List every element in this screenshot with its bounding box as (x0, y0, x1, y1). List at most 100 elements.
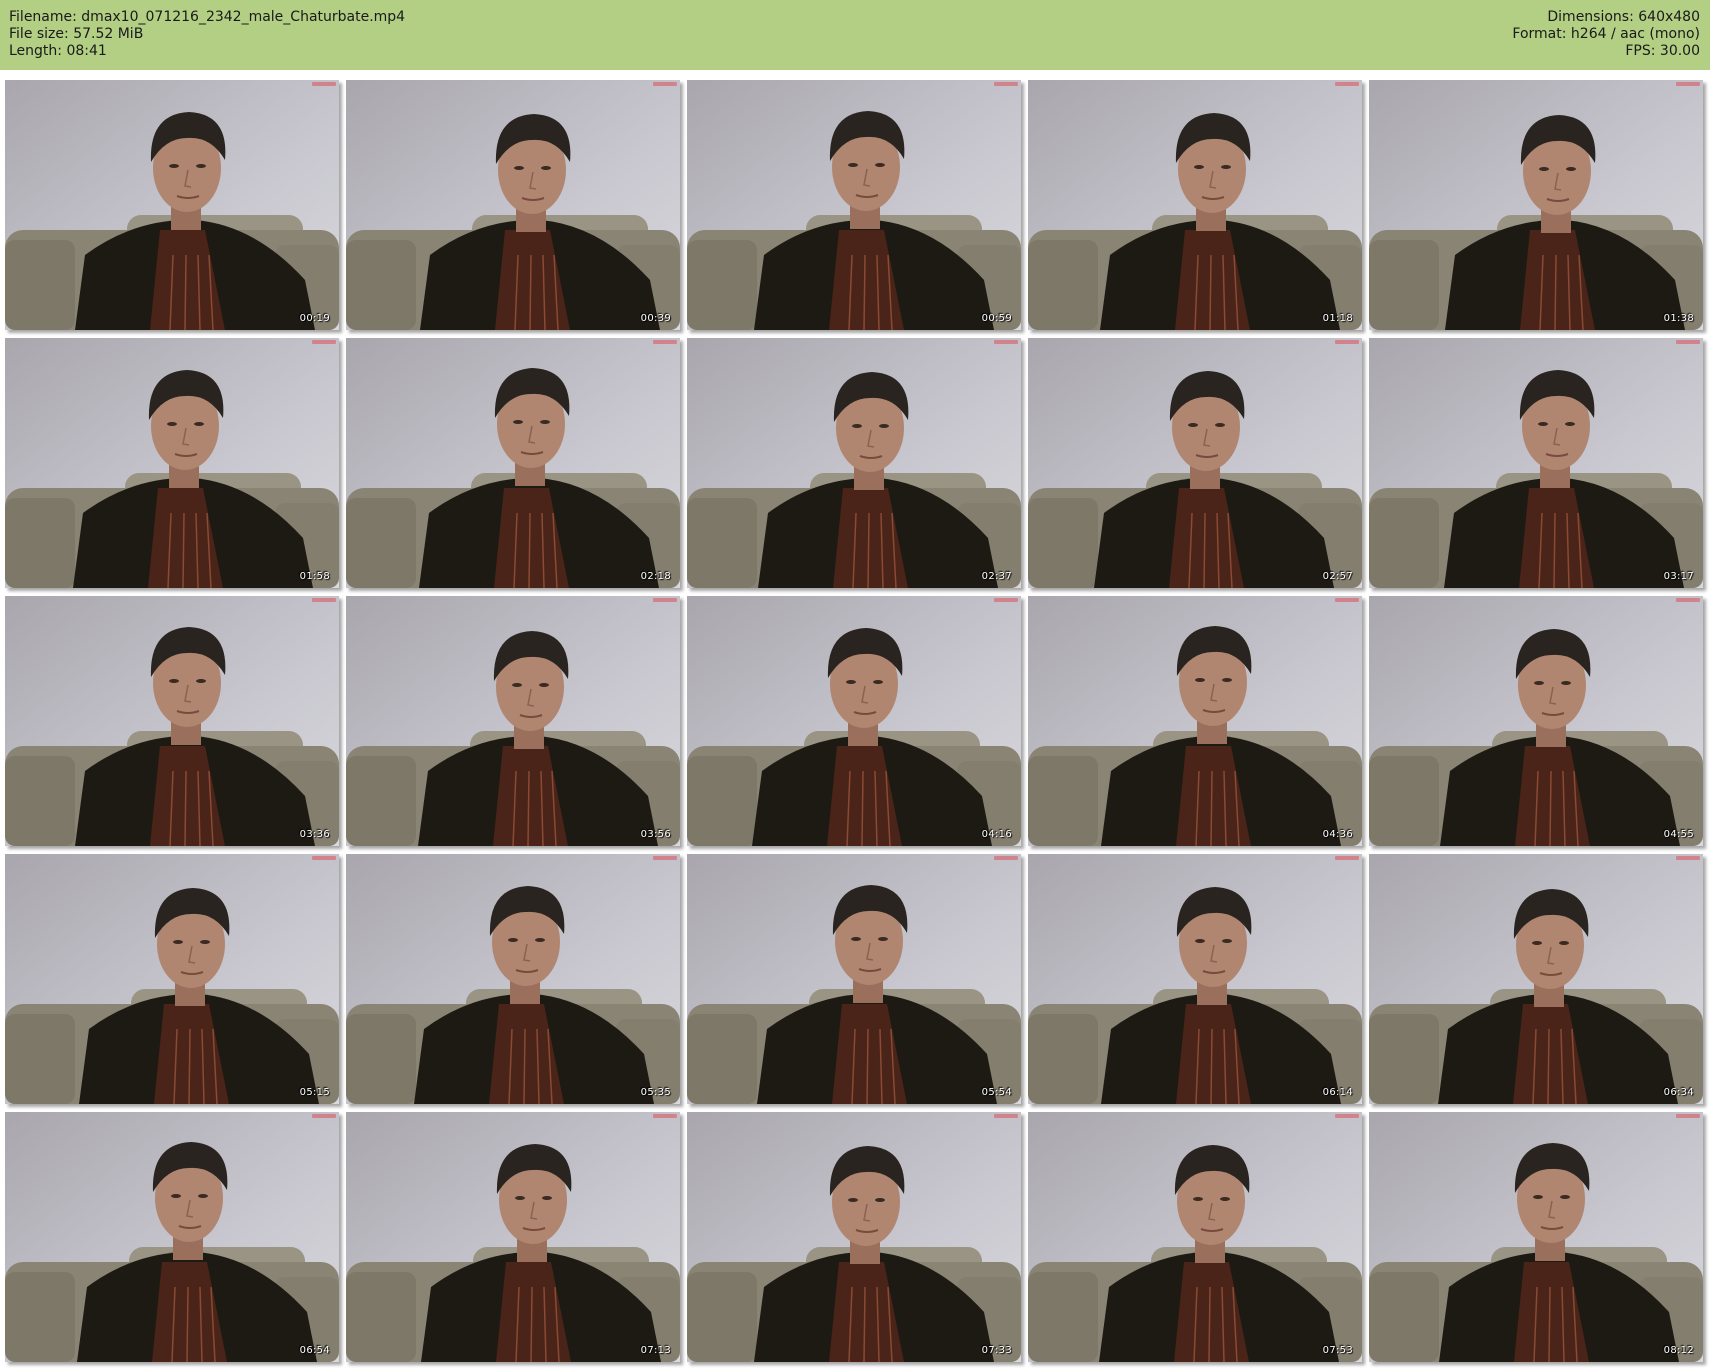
timestamp-label: 04:55 (1663, 829, 1694, 840)
watermark (653, 598, 677, 602)
watermark (994, 1114, 1018, 1118)
video-thumbnail[interactable]: 06:54 (5, 1112, 339, 1362)
watermark (1676, 82, 1700, 86)
watermark (653, 82, 677, 86)
frame-image (1369, 854, 1703, 1104)
video-thumbnail[interactable]: 00:59 (687, 80, 1021, 330)
watermark (312, 82, 336, 86)
video-thumbnail[interactable]: 04:16 (687, 596, 1021, 846)
video-thumbnail[interactable]: 07:33 (687, 1112, 1021, 1362)
video-thumbnail[interactable]: 01:58 (5, 338, 339, 588)
video-thumbnail[interactable]: 06:34 (1369, 854, 1703, 1104)
video-thumbnail[interactable]: 04:55 (1369, 596, 1703, 846)
frame-image (687, 1112, 1021, 1362)
frame-image (687, 338, 1021, 588)
frame-image (1028, 1112, 1362, 1362)
video-thumbnail[interactable]: 07:53 (1028, 1112, 1362, 1362)
timestamp-label: 02:37 (981, 571, 1012, 582)
frame-image (5, 80, 339, 330)
watermark (1335, 82, 1359, 86)
timestamp-label: 07:13 (640, 1345, 671, 1356)
timestamp-label: 04:16 (981, 829, 1012, 840)
frame-image (1369, 80, 1703, 330)
timestamp-label: 06:54 (299, 1345, 330, 1356)
timestamp-label: 02:18 (640, 571, 671, 582)
watermark (994, 856, 1018, 860)
watermark (1335, 856, 1359, 860)
video-thumbnail[interactable]: 01:18 (1028, 80, 1362, 330)
video-thumbnail[interactable]: 06:14 (1028, 854, 1362, 1104)
video-thumbnail[interactable]: 08:12 (1369, 1112, 1703, 1362)
timestamp-label: 06:14 (1322, 1087, 1353, 1098)
fps-text: FPS: 30.00 (1625, 43, 1700, 59)
filesize-text: File size: 57.52 MiB (9, 26, 144, 42)
watermark (653, 856, 677, 860)
watermark (312, 856, 336, 860)
filename-text: Filename: dmax10_071216_2342_male_Chatur… (9, 9, 406, 25)
frame-image (1028, 854, 1362, 1104)
watermark (994, 82, 1018, 86)
frame-image (5, 596, 339, 846)
video-thumbnail[interactable]: 07:13 (346, 1112, 680, 1362)
timestamp-label: 01:58 (299, 571, 330, 582)
watermark (312, 340, 336, 344)
frame-image (1028, 338, 1362, 588)
frame-image (346, 1112, 680, 1362)
watermark (994, 340, 1018, 344)
frame-image (346, 596, 680, 846)
frame-image (1369, 596, 1703, 846)
file-info-left: Filename: dmax10_071216_2342_male_Chatur… (9, 9, 405, 60)
timestamp-label: 05:15 (299, 1087, 330, 1098)
timestamp-label: 00:39 (640, 313, 671, 324)
frame-image (687, 854, 1021, 1104)
video-thumbnail[interactable]: 03:17 (1369, 338, 1703, 588)
info-header: Filename: dmax10_071216_2342_male_Chatur… (0, 0, 1710, 70)
video-thumbnail[interactable]: 05:15 (5, 854, 339, 1104)
video-thumbnail[interactable]: 02:18 (346, 338, 680, 588)
watermark (1335, 340, 1359, 344)
watermark (1676, 856, 1700, 860)
timestamp-label: 03:17 (1663, 571, 1694, 582)
timestamp-label: 07:33 (981, 1345, 1012, 1356)
watermark (653, 1114, 677, 1118)
timestamp-label: 01:18 (1322, 313, 1353, 324)
timestamp-label: 04:36 (1322, 829, 1353, 840)
frame-image (346, 854, 680, 1104)
timestamp-label: 01:38 (1663, 313, 1694, 324)
frame-image (5, 854, 339, 1104)
timestamp-label: 00:59 (981, 313, 1012, 324)
frame-image (346, 80, 680, 330)
format-text: Format: h264 / aac (mono) (1512, 26, 1700, 42)
video-thumbnail[interactable]: 05:35 (346, 854, 680, 1104)
watermark (312, 1114, 336, 1118)
watermark (1335, 598, 1359, 602)
timestamp-label: 07:53 (1322, 1345, 1353, 1356)
frame-image (1369, 338, 1703, 588)
timestamp-label: 05:35 (640, 1087, 671, 1098)
length-text: Length: 08:41 (9, 43, 107, 59)
frame-image (5, 338, 339, 588)
frame-image (1028, 596, 1362, 846)
video-thumbnail[interactable]: 02:57 (1028, 338, 1362, 588)
timestamp-label: 08:12 (1663, 1345, 1694, 1356)
frame-image (346, 338, 680, 588)
frame-image (5, 1112, 339, 1362)
video-thumbnail[interactable]: 00:39 (346, 80, 680, 330)
video-thumbnail[interactable]: 03:36 (5, 596, 339, 846)
thumbnail-grid: 00:19 00:39 00:59 01:18 01:38 01:58 02:18 02:37… (5, 80, 1709, 1362)
watermark (1676, 340, 1700, 344)
file-info-right: Dimensions: 640x480 Format: h264 / aac (… (1512, 9, 1700, 60)
video-thumbnail[interactable]: 03:56 (346, 596, 680, 846)
timestamp-label: 00:19 (299, 313, 330, 324)
watermark (994, 598, 1018, 602)
video-thumbnail[interactable]: 02:37 (687, 338, 1021, 588)
timestamp-label: 02:57 (1322, 571, 1353, 582)
video-thumbnail[interactable]: 04:36 (1028, 596, 1362, 846)
timestamp-label: 05:54 (981, 1087, 1012, 1098)
frame-image (1028, 80, 1362, 330)
video-thumbnail[interactable]: 00:19 (5, 80, 339, 330)
video-thumbnail[interactable]: 01:38 (1369, 80, 1703, 330)
watermark (1676, 1114, 1700, 1118)
timestamp-label: 03:36 (299, 829, 330, 840)
video-thumbnail[interactable]: 05:54 (687, 854, 1021, 1104)
